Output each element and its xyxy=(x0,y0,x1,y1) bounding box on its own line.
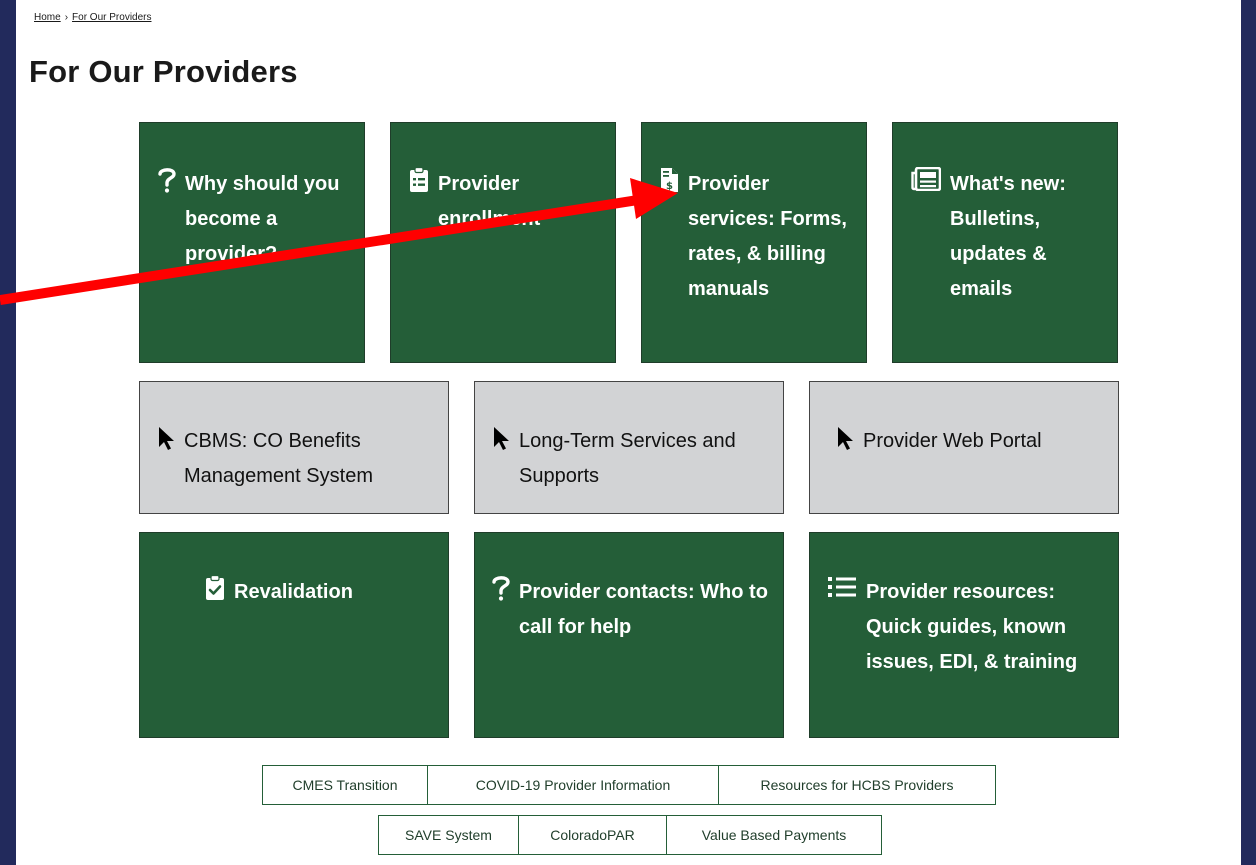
breadcrumb-separator: › xyxy=(64,12,69,23)
question-icon xyxy=(158,167,176,193)
link-button-row-1: CMES Transition COVID-19 Provider Inform… xyxy=(262,765,996,805)
cursor-pointer-icon xyxy=(836,424,854,450)
tile-label: Why should you become a provider? xyxy=(185,173,340,265)
tile-label: Long-Term Services and Supports xyxy=(519,430,736,487)
tile-provider-enrollment[interactable]: Provider enrollment xyxy=(390,122,616,363)
tile-label: Provider services: Forms, rates, & billi… xyxy=(688,173,847,300)
page: Home › For Our Providers For Our Providers… xyxy=(16,0,1241,865)
tile-revalidation[interactable]: Revalidation xyxy=(139,532,449,738)
cursor-pointer-icon xyxy=(157,424,175,450)
value-based-payments-button[interactable]: Value Based Payments xyxy=(666,815,882,855)
save-system-button[interactable]: SAVE System xyxy=(378,815,519,855)
tile-why-become-provider[interactable]: Why should you become a provider? xyxy=(139,122,365,363)
file-invoice-dollar-icon: $ xyxy=(660,167,679,193)
tile-label: Revalidation xyxy=(234,581,353,603)
page-title: For Our Providers xyxy=(29,54,298,89)
tile-provider-contacts[interactable]: Provider contacts: Who to call for help xyxy=(474,532,784,738)
tile-provider-web-portal[interactable]: Provider Web Portal xyxy=(809,381,1119,514)
tile-long-term-services[interactable]: Long-Term Services and Supports xyxy=(474,381,784,514)
tile-whats-new[interactable]: What's new: Bulletins, updates & emails xyxy=(892,122,1118,363)
clipboard-list-icon xyxy=(409,167,429,193)
tile-cbms[interactable]: CBMS: CO Benefits Management System xyxy=(139,381,449,514)
breadcrumb: Home › For Our Providers xyxy=(34,12,152,23)
tile-label: What's new: Bulletins, updates & emails xyxy=(950,173,1066,300)
tile-provider-services[interactable]: $ Provider services: Forms, rates, & bil… xyxy=(641,122,867,363)
svg-text:$: $ xyxy=(666,181,673,192)
link-button-row-2: SAVE System ColoradoPAR Value Based Paym… xyxy=(378,815,882,855)
coloradopar-button[interactable]: ColoradoPAR xyxy=(518,815,667,855)
breadcrumb-home-link[interactable]: Home xyxy=(34,12,61,23)
tile-label: Provider contacts: Who to call for help xyxy=(519,581,768,638)
cursor-pointer-icon xyxy=(492,424,510,450)
tile-label: Provider resources: Quick guides, known … xyxy=(866,581,1078,673)
newspaper-icon xyxy=(911,167,941,191)
list-icon xyxy=(827,575,857,599)
clipboard-check-icon xyxy=(205,575,225,601)
tile-provider-resources[interactable]: Provider resources: Quick guides, known … xyxy=(809,532,1119,738)
covid-19-provider-information-button[interactable]: COVID-19 Provider Information xyxy=(427,765,719,805)
resources-for-hcbs-providers-button[interactable]: Resources for HCBS Providers xyxy=(718,765,996,805)
breadcrumb-current-link[interactable]: For Our Providers xyxy=(72,12,151,23)
tile-label: Provider enrollment xyxy=(438,173,541,230)
cmes-transition-button[interactable]: CMES Transition xyxy=(262,765,428,805)
tile-label: Provider Web Portal xyxy=(863,430,1042,452)
question-icon xyxy=(492,575,510,601)
tile-label: CBMS: CO Benefits Management System xyxy=(184,430,373,487)
